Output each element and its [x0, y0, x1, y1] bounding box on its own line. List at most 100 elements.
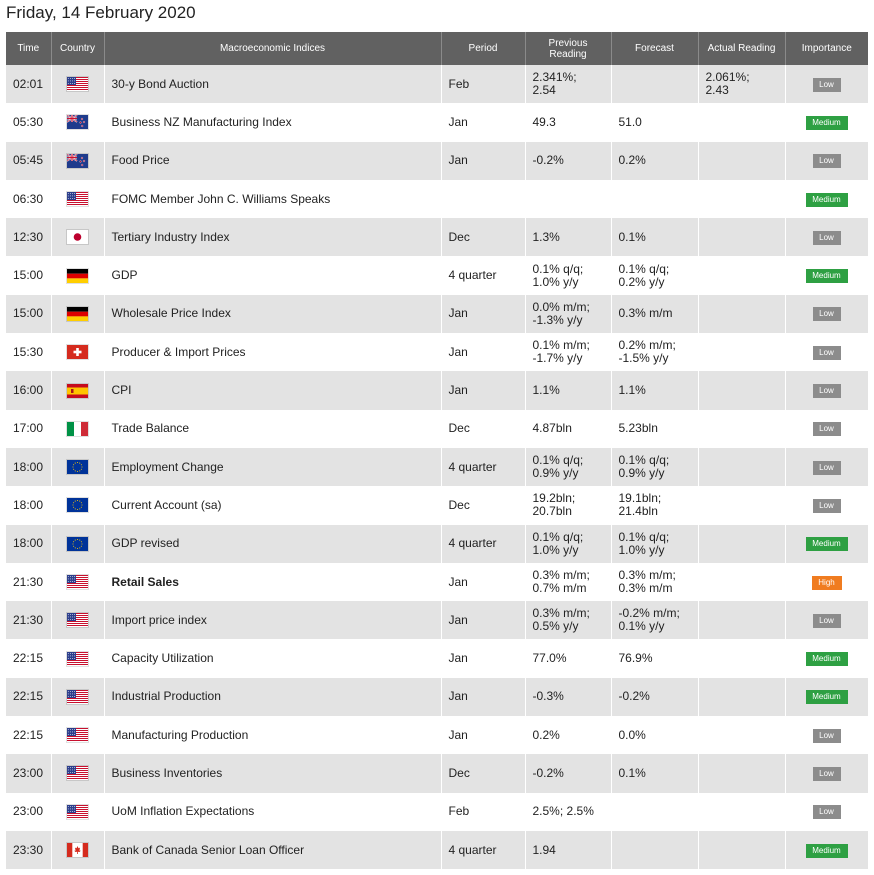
header-previous[interactable]: Previous Reading	[525, 32, 612, 65]
value-line: 76.9%	[618, 651, 653, 666]
event-name[interactable]: Business Inventories	[104, 754, 442, 793]
value-line: 20.7bln	[532, 504, 572, 519]
header-importance[interactable]: Importance	[785, 32, 868, 65]
event-country	[51, 486, 105, 525]
event-name[interactable]: Food Price	[104, 141, 442, 180]
event-actual	[698, 256, 786, 295]
event-name[interactable]: Bank of Canada Senior Loan Officer	[104, 830, 442, 870]
event-period: Dec	[441, 218, 526, 257]
event-importance: Medium	[785, 103, 869, 142]
importance-badge: Low	[812, 154, 841, 169]
value-line: 0.1% q/q;	[532, 529, 584, 544]
header-actual[interactable]: Actual Reading	[698, 32, 786, 65]
table-row: 22:15 Industrial Production Jan -0.3% -0.2% M…	[6, 677, 869, 717]
importance-badge: Low	[812, 230, 841, 245]
value-line: 49.3	[532, 114, 556, 129]
table-row: 23:30 Bank of Canada Senior Loan Officer 4…	[6, 830, 869, 870]
event-name[interactable]: Current Account (sa)	[104, 486, 442, 525]
event-name[interactable]: Wholesale Price Index	[104, 294, 442, 334]
event-actual	[698, 754, 786, 793]
event-name[interactable]: Retail Sales	[104, 562, 442, 602]
table-row: 05:30 Business NZ Manufacturing Index Jan 4…	[6, 103, 869, 142]
event-forecast: 0.0%	[611, 716, 699, 755]
value-line: 0.0%	[618, 727, 646, 742]
event-time: 15:00	[6, 256, 52, 295]
value-line: 1.1%	[532, 383, 560, 398]
event-name[interactable]: Import price index	[104, 601, 442, 640]
table-row: 22:15 Capacity Utilization Jan 77.0% 76.9% Me…	[6, 639, 869, 678]
event-name[interactable]: CPI	[104, 371, 442, 410]
event-importance: Low	[785, 447, 869, 487]
event-country	[51, 256, 105, 295]
event-time: 15:00	[6, 294, 52, 334]
event-name[interactable]: Manufacturing Production	[104, 716, 442, 755]
event-name[interactable]: Employment Change	[104, 447, 442, 487]
event-forecast: 76.9%	[611, 639, 699, 678]
event-name[interactable]: Producer & Import Prices	[104, 333, 442, 372]
event-name[interactable]: Capacity Utilization	[104, 639, 442, 678]
header-forecast[interactable]: Forecast	[611, 32, 699, 65]
event-name[interactable]: Tertiary Industry Index	[104, 218, 442, 257]
event-previous: 0.0% m/m; -1.3% y/y	[525, 294, 612, 334]
table-header-row: Time Country Macroeconomic Indices Perio…	[6, 32, 868, 65]
header-time[interactable]: Time	[6, 32, 52, 65]
event-actual	[698, 371, 786, 410]
event-actual	[698, 677, 786, 717]
it-flag-icon	[67, 421, 88, 436]
importance-badge: Low	[812, 498, 841, 513]
event-importance: Low	[785, 141, 869, 180]
header-country[interactable]: Country	[51, 32, 105, 65]
value-line: 21.4bln	[618, 504, 658, 519]
importance-badge: Medium	[805, 192, 848, 207]
event-importance: Low	[785, 218, 869, 257]
event-actual	[698, 218, 786, 257]
importance-badge: Medium	[805, 690, 848, 705]
value-line: 0.2%	[532, 727, 560, 742]
header-indices[interactable]: Macroeconomic Indices	[104, 32, 442, 65]
event-previous: 0.1% q/q; 1.0% y/y	[525, 524, 612, 563]
event-forecast: 0.2%	[611, 141, 699, 180]
es-flag-icon	[67, 383, 88, 398]
table-body: 02:01 30-y Bond Auction Feb 2.341%; 2.54 2.06…	[6, 65, 869, 870]
value-line: 0.3% m/m	[618, 306, 673, 321]
event-previous: 0.1% m/m; -1.7% y/y	[525, 333, 612, 372]
table-row: 21:30 Import price index Jan 0.3% m/m; 0.5% …	[6, 601, 869, 640]
event-importance: Medium	[785, 677, 869, 717]
event-importance: Low	[785, 486, 869, 525]
us-flag-icon	[67, 192, 88, 207]
event-country	[51, 447, 105, 487]
value-line: 0.9% y/y	[618, 466, 665, 481]
header-period[interactable]: Period	[441, 32, 526, 65]
event-period: Dec	[441, 409, 526, 448]
de-flag-icon	[67, 268, 88, 283]
table-row: 16:00 CPI Jan 1.1% 1.1% Low	[6, 371, 869, 410]
event-time: 22:15	[6, 639, 52, 678]
event-name[interactable]: Business NZ Manufacturing Index	[104, 103, 442, 142]
event-name[interactable]: Trade Balance	[104, 409, 442, 448]
de-flag-icon	[67, 306, 88, 321]
value-line: -0.3%	[532, 689, 564, 704]
event-name[interactable]: 30-y Bond Auction	[104, 65, 442, 104]
event-name[interactable]: GDP revised	[104, 524, 442, 563]
event-name[interactable]: FOMC Member John C. Williams Speaks	[104, 179, 442, 219]
event-country	[51, 65, 105, 104]
value-line: -0.2%	[532, 765, 564, 780]
event-forecast: -0.2% m/m; 0.1% y/y	[611, 601, 699, 640]
event-country	[51, 218, 105, 257]
event-importance: Low	[785, 601, 869, 640]
importance-badge: Low	[812, 422, 841, 437]
event-country	[51, 409, 105, 448]
event-previous: 2.5%; 2.5%	[525, 792, 612, 831]
event-previous: 19.2bln; 20.7bln	[525, 486, 612, 525]
event-name[interactable]: GDP	[104, 256, 442, 295]
value-line: 0.1%	[618, 229, 646, 244]
event-name[interactable]: Industrial Production	[104, 677, 442, 717]
event-period: Feb	[441, 65, 526, 104]
event-country	[51, 716, 105, 755]
event-name[interactable]: UoM Inflation Expectations	[104, 792, 442, 831]
value-line: 0.1%	[618, 765, 646, 780]
event-importance: High	[785, 562, 869, 602]
value-line: 0.1% q/q;	[532, 261, 584, 276]
event-previous: -0.2%	[525, 141, 612, 180]
value-line: -1.5% y/y	[618, 351, 669, 366]
